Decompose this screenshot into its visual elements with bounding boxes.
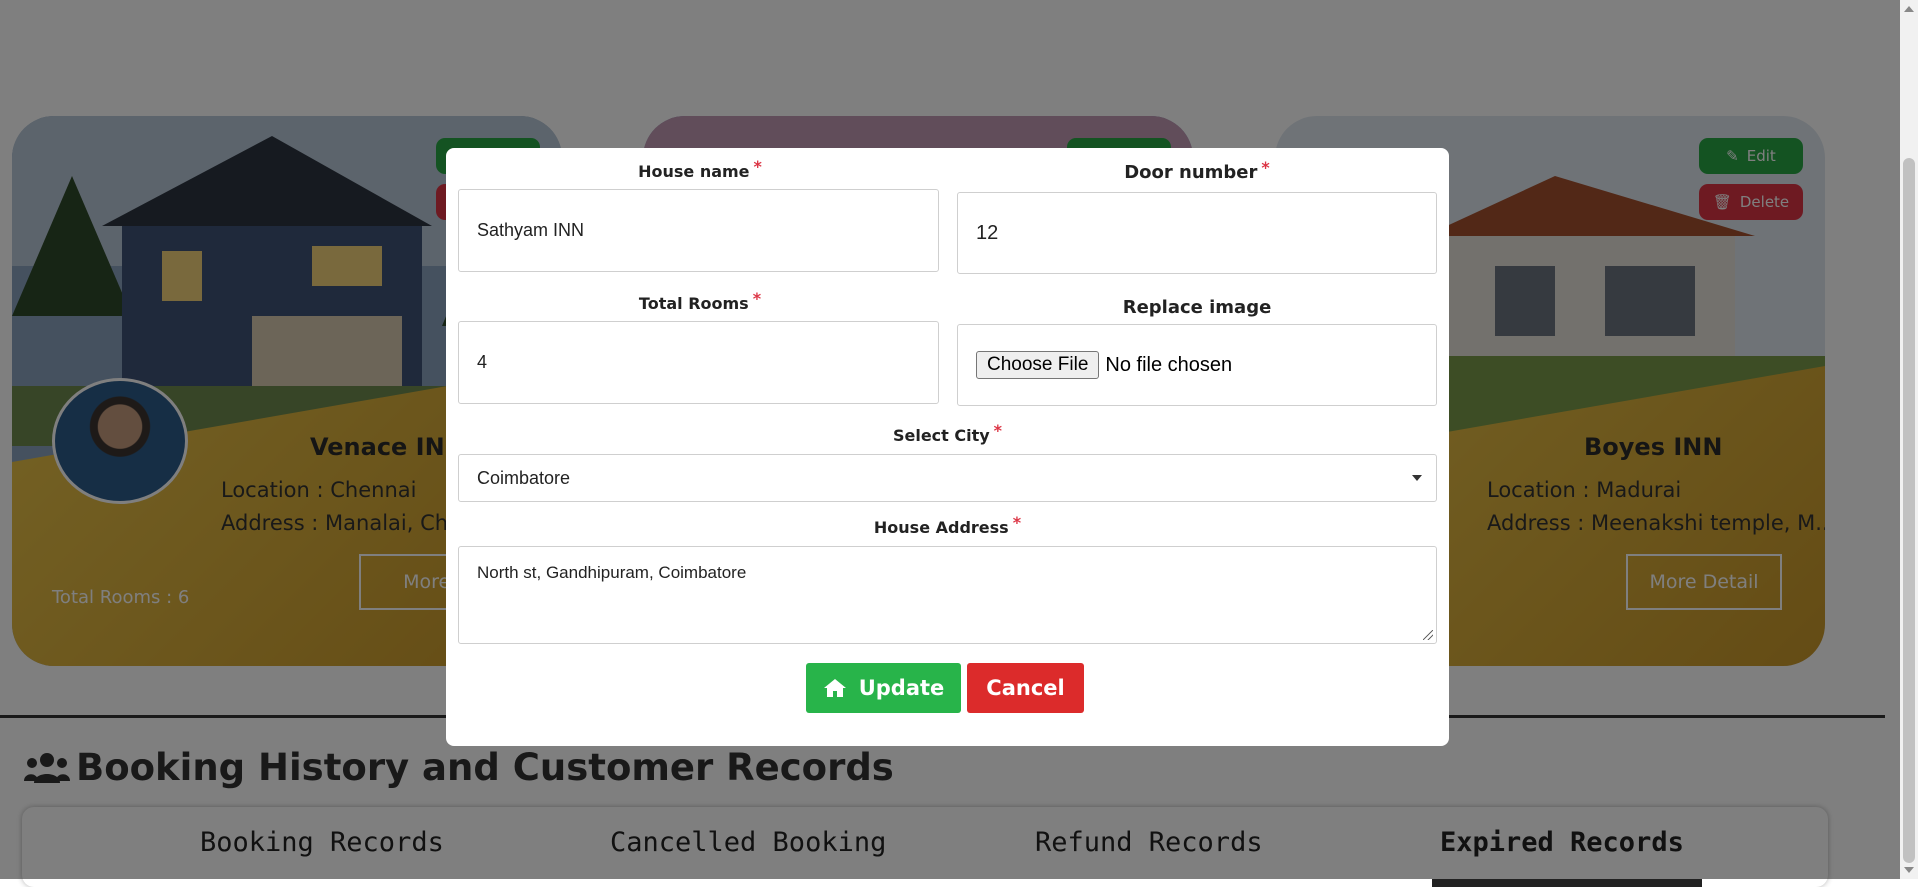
file-status: No file chosen	[1105, 353, 1233, 376]
update-button[interactable]: Update	[806, 663, 961, 713]
city-select-value: Coimbatore	[477, 467, 571, 488]
city-select[interactable]: Coimbatore	[458, 454, 1437, 502]
replace-image-input[interactable]: Choose File No file chosen	[957, 324, 1437, 406]
select-city-label: Select City *	[892, 421, 1003, 445]
house-address-textarea[interactable]: North st, Gandhipuram, Coimbatore	[458, 546, 1437, 644]
total-rooms-label: Total Rooms *	[638, 289, 762, 313]
home-icon	[823, 679, 846, 697]
choose-file-button[interactable]: Choose File	[976, 351, 1100, 379]
update-label: Update	[858, 676, 945, 700]
scroll-down-icon[interactable]	[1904, 867, 1914, 873]
cancel-button[interactable]: Cancel	[967, 663, 1084, 713]
total-rooms-input[interactable]: 4	[458, 321, 939, 404]
edit-house-modal: House name * Sathyam INN Door number * 12 …	[446, 148, 1449, 746]
house-name-label: House name *	[638, 157, 762, 181]
house-name-input[interactable]: Sathyam INN	[458, 189, 939, 272]
resize-handle-icon[interactable]	[1423, 630, 1433, 640]
chevron-down-icon	[1412, 475, 1422, 481]
door-number-input[interactable]: 12	[957, 192, 1437, 274]
scroll-up-icon[interactable]	[1904, 6, 1914, 12]
house-address-label: House Address *	[873, 513, 1022, 537]
scrollbar[interactable]	[1900, 0, 1918, 879]
scroll-thumb[interactable]	[1903, 158, 1915, 863]
door-number-label: Door number *	[1124, 158, 1270, 183]
house-address-value: North st, Gandhipuram, Coimbatore	[477, 563, 747, 582]
active-tab-indicator	[1432, 879, 1702, 887]
replace-image-label: Replace image	[1122, 297, 1272, 318]
